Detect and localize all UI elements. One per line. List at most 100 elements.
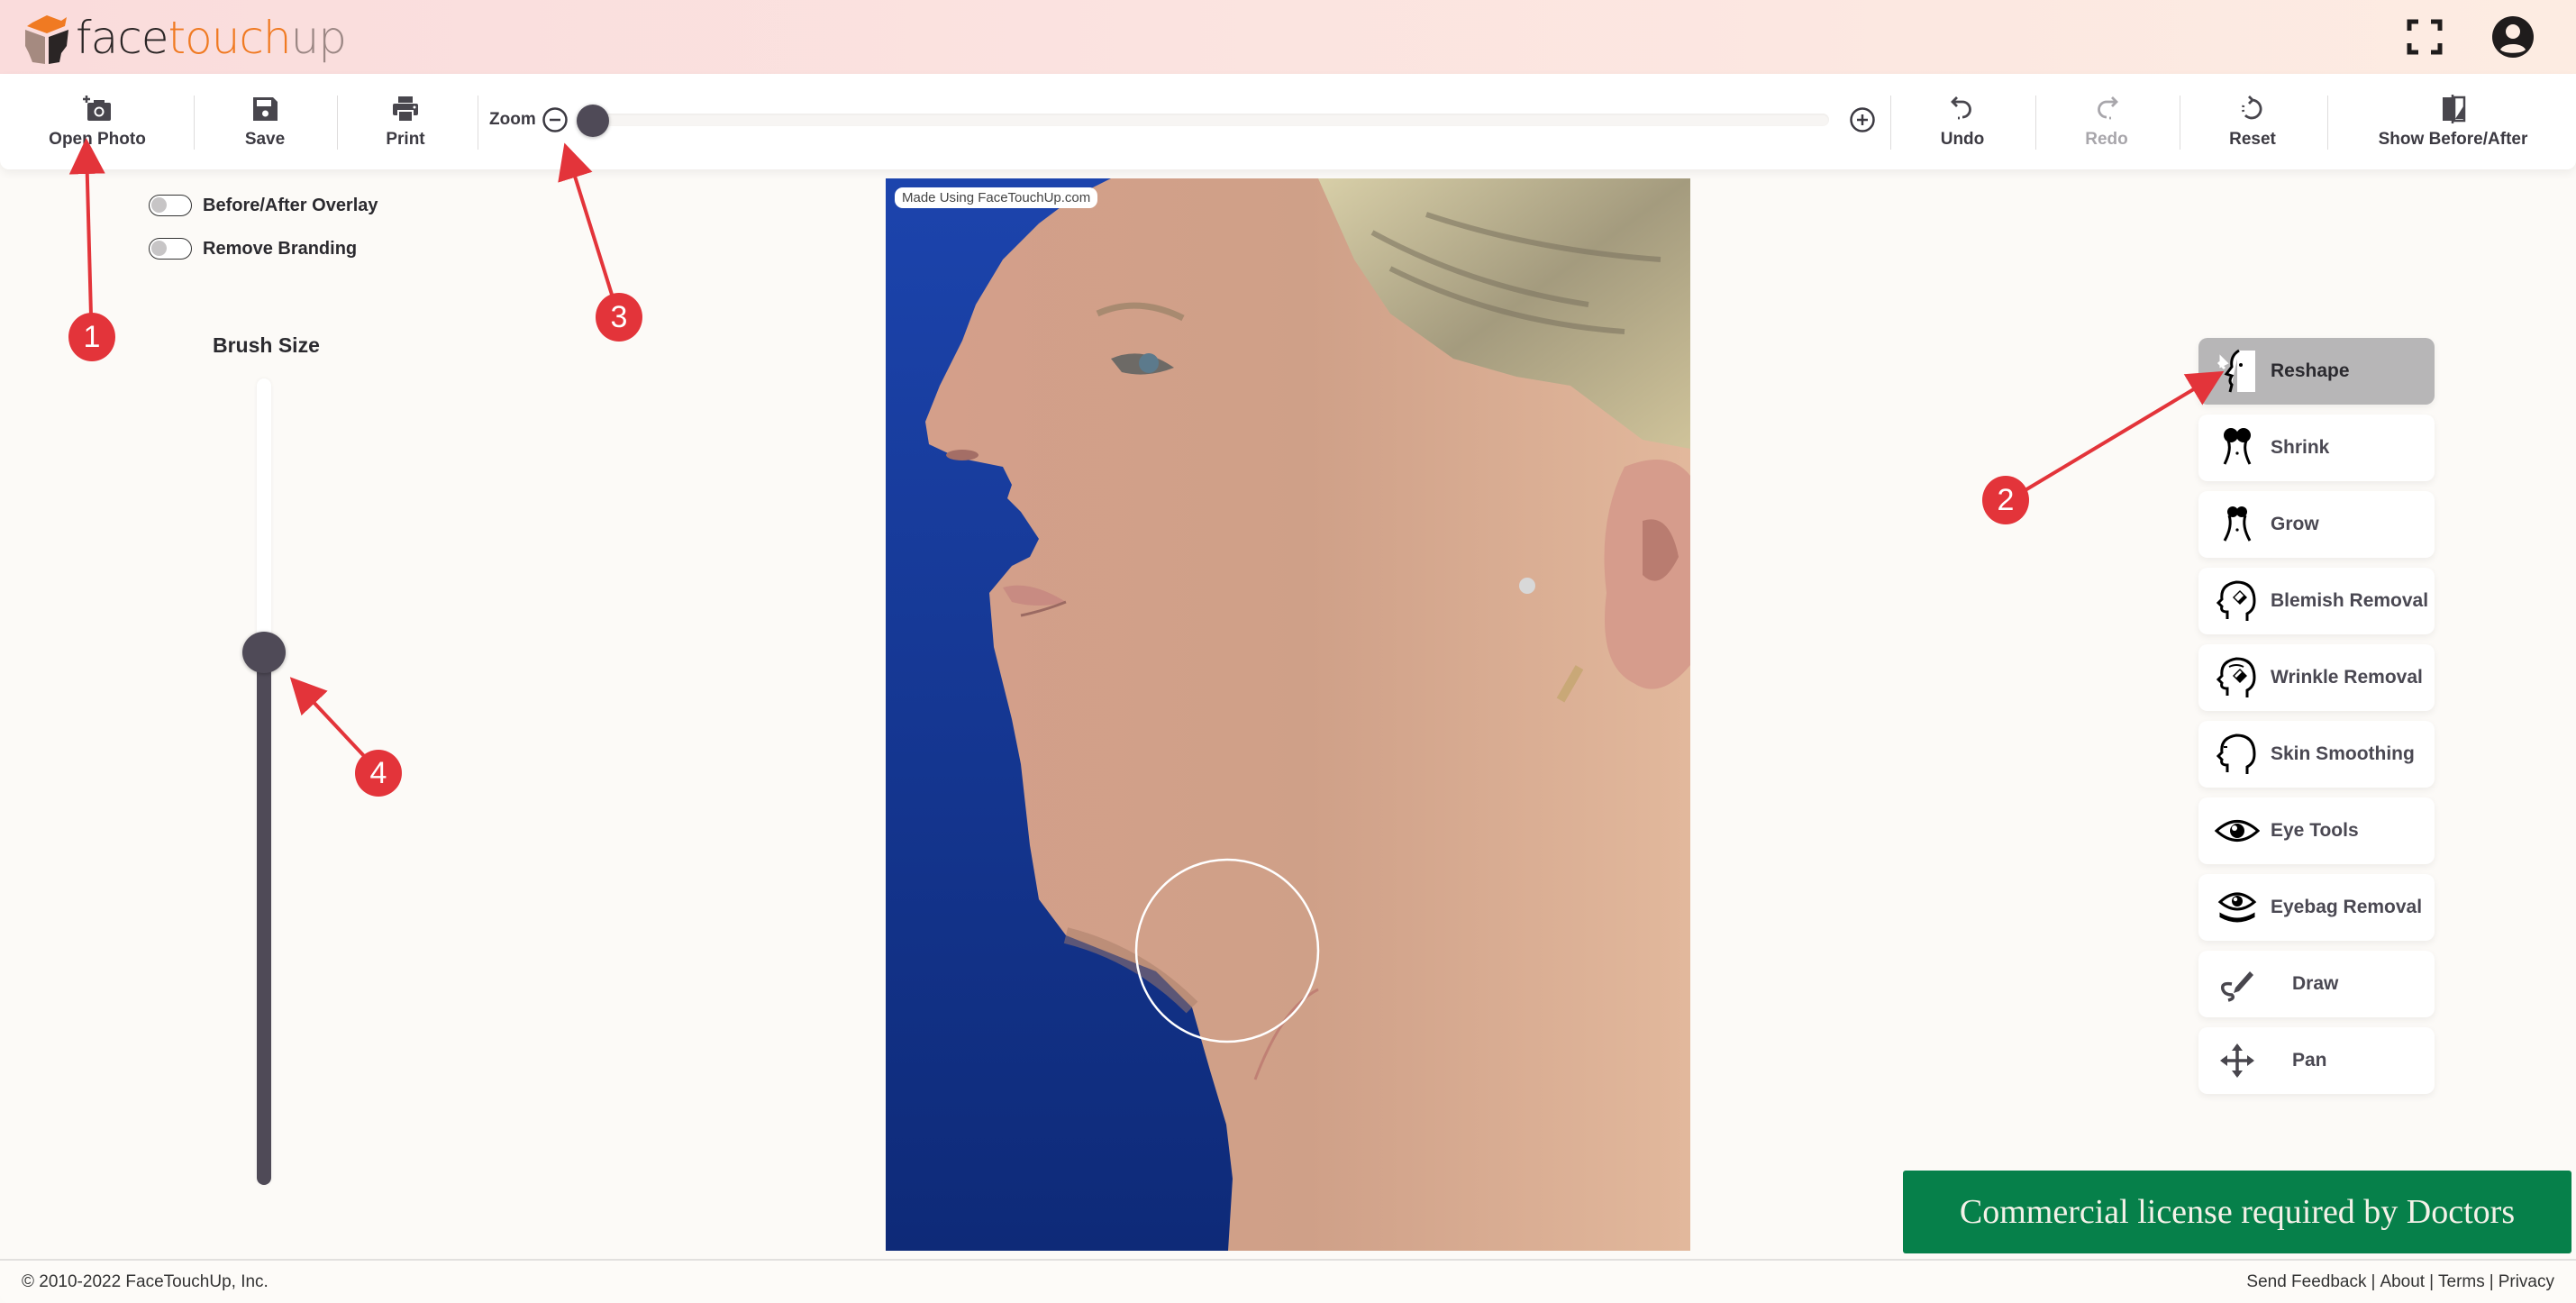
tool-label: Skin Smoothing [2271, 743, 2415, 764]
copyright-text: © 2010-2022 FaceTouchUp, Inc. [22, 1272, 269, 1291]
reshape-face-icon [2215, 349, 2260, 394]
toolbar-divider [194, 96, 195, 150]
logo-text-face: face [76, 12, 168, 64]
annotation-1: 1 [68, 138, 115, 361]
wrinkle-removal-icon [2215, 655, 2260, 700]
fullscreen-button[interactable] [2402, 14, 2447, 59]
annotation-number: 4 [370, 756, 387, 790]
logo-text: facetouchup [76, 12, 347, 64]
annotation-3: 3 [558, 142, 642, 342]
tool-blemish-removal[interactable]: Blemish Removal [2198, 568, 2435, 634]
brush-size-slider[interactable] [242, 378, 286, 1185]
facetouchup-logo[interactable]: facetouchup [20, 9, 347, 67]
print-button[interactable]: Print [360, 74, 451, 169]
fullscreen-icon [2407, 19, 2443, 55]
tool-label: Draw [2292, 973, 2339, 994]
commercial-license-banner[interactable]: Commercial license required by Doctors [1903, 1171, 2571, 1253]
show-before-after-button[interactable]: Show Before/After [2361, 74, 2545, 169]
undo-button[interactable]: Undo [1917, 74, 2007, 169]
open-photo-button[interactable]: Open Photo [43, 74, 151, 169]
account-circle-icon [2492, 16, 2534, 58]
app-header: facetouchup [0, 0, 2576, 74]
send-feedback-link[interactable]: Send Feedback [2246, 1272, 2366, 1292]
annotation-badge [596, 293, 642, 342]
annotation-number: 3 [611, 300, 628, 334]
photo-canvas[interactable]: Made Using FaceTouchUp.com [886, 178, 1690, 1251]
license-banner-text: Commercial license required by Doctors [1959, 1193, 2516, 1231]
annotation-2: 2 [1982, 370, 2225, 524]
blemish-removal-icon [2215, 579, 2260, 624]
reset-label: Reset [2229, 130, 2276, 149]
zoom-label: Zoom [489, 110, 536, 129]
save-floppy-icon [253, 97, 278, 121]
toggle-switch[interactable] [149, 238, 192, 260]
tool-eyebag-removal[interactable]: Eyebag Removal [2198, 874, 2435, 941]
tool-draw[interactable]: Draw [2198, 951, 2435, 1017]
toolbar-divider [337, 96, 338, 150]
annotation-number: 1 [84, 320, 101, 354]
open-photo-label: Open Photo [49, 130, 146, 149]
zoom-out-icon[interactable] [542, 106, 569, 133]
reset-icon [2242, 96, 2262, 120]
show-before-after-label: Show Before/After [2378, 130, 2528, 149]
brush-cursor-circle [1134, 858, 1320, 1043]
brush-size-thumb[interactable] [242, 632, 286, 674]
toolbar-divider [2035, 96, 2036, 150]
tool-wrinkle-removal[interactable]: Wrinkle Removal [2198, 644, 2435, 711]
annotation-number: 2 [1998, 483, 2015, 517]
link-separator: | [2489, 1272, 2494, 1291]
toggle-knob [151, 197, 167, 213]
undo-icon [1951, 96, 1971, 120]
terms-link[interactable]: Terms [2438, 1272, 2485, 1292]
logo-mark-icon [25, 15, 68, 64]
print-label: Print [386, 130, 425, 149]
tool-reshape[interactable]: Reshape [2198, 338, 2435, 405]
tool-skin-smoothing[interactable]: Skin Smoothing [2198, 721, 2435, 788]
account-button[interactable] [2490, 14, 2535, 59]
toggle-switch[interactable] [149, 195, 192, 216]
eyebag-icon [2215, 885, 2260, 930]
logo-text-up: up [290, 12, 347, 64]
pan-move-icon [2215, 1038, 2260, 1083]
redo-label: Redo [2085, 130, 2128, 149]
eye-icon [2215, 808, 2260, 853]
logo-text-touch: touch [168, 12, 292, 64]
tool-label: Shrink [2271, 437, 2330, 458]
annotation-arrow [2022, 370, 2225, 493]
tool-label: Grow [2271, 514, 2319, 534]
remove-branding-label: Remove Branding [203, 238, 358, 259]
remove-branding-toggle[interactable]: Remove Branding [149, 238, 357, 260]
tool-shrink[interactable]: Shrink [2198, 415, 2435, 481]
annotation-4: 4 [289, 677, 402, 797]
toolbar-divider [2327, 96, 2328, 150]
annotation-arrow [68, 138, 105, 316]
save-button[interactable]: Save [220, 74, 310, 169]
zoom-in-icon[interactable] [1849, 106, 1876, 133]
toolbar-divider [1890, 96, 1891, 150]
tool-pan[interactable]: Pan [2198, 1027, 2435, 1094]
privacy-link[interactable]: Privacy [2499, 1272, 2554, 1292]
before-after-overlay-label: Before/After Overlay [203, 195, 378, 215]
zoom-slider-thumb[interactable] [577, 105, 609, 137]
tool-label: Eyebag Removal [2271, 897, 2423, 917]
tool-grow[interactable]: Grow [2198, 491, 2435, 558]
grow-icon [2215, 502, 2260, 547]
skin-smoothing-icon [2215, 732, 2260, 777]
brush-size-title: Brush Size [213, 333, 320, 357]
tool-eye-tools[interactable]: Eye Tools [2198, 797, 2435, 864]
redo-button[interactable]: Redo [2062, 74, 2152, 169]
shrink-icon [2215, 425, 2260, 470]
annotation-badge [355, 750, 402, 797]
about-link[interactable]: About [2380, 1272, 2425, 1292]
link-separator: | [2429, 1272, 2435, 1291]
redo-icon [2098, 96, 2118, 120]
tool-label: Reshape [2271, 360, 2350, 381]
add-photo-camera-icon [83, 96, 111, 121]
before-after-overlay-toggle[interactable]: Before/After Overlay [149, 195, 378, 216]
undo-label: Undo [1940, 130, 1985, 149]
annotation-arrow [289, 677, 367, 759]
zoom-slider[interactable] [577, 105, 1829, 137]
footer: © 2010-2022 FaceTouchUp, Inc. Send Feedb… [0, 1259, 2576, 1303]
reset-button[interactable]: Reset [2207, 74, 2298, 169]
annotation-badge [1982, 476, 2029, 524]
